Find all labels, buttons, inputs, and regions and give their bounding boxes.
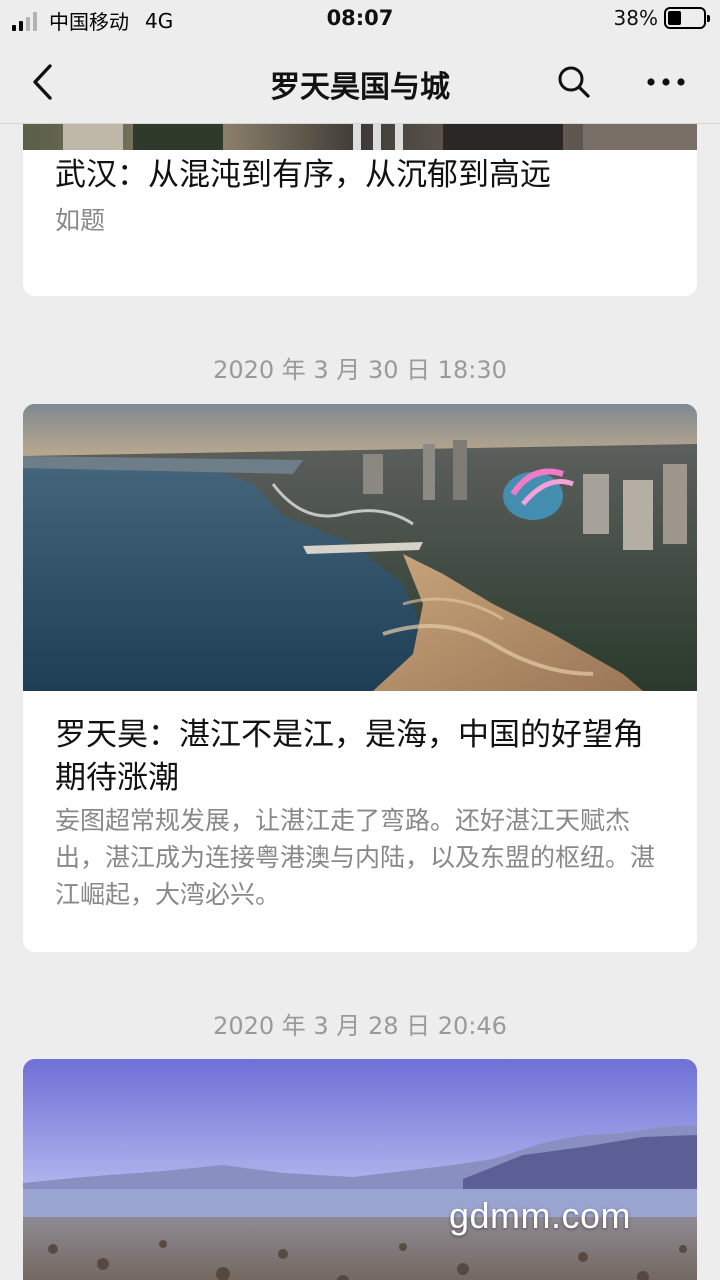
search-icon [558,66,590,98]
article-list[interactable]: 武汉：从混沌到有序，从沉郁到高远 如题 2020 年 3 月 30 日 18:3… [0,124,720,1280]
status-bar-right: 38% [613,6,710,30]
more-dots-icon [647,78,685,86]
battery-percent: 38% [613,6,658,30]
status-bar: 中国移动 4G 08:07 38% [0,0,720,40]
watermark-text: gdmm.com [449,1195,632,1236]
chevron-left-icon [33,64,52,100]
status-time: 08:07 [326,6,394,30]
article-title: 武汉：从混沌到有序，从沉郁到高远 [55,157,551,193]
article-card-zhanjiang[interactable]: 罗天昊：湛江不是江，是海，中国的好望角期待涨潮 妄图超常规发展，让湛江走了弯路。… [23,404,697,952]
page-title: 罗天昊国与城 [270,70,450,105]
article-card-wuhan[interactable]: 武汉：从混沌到有序，从沉郁到高远 如题 [23,124,697,296]
publish-time: 2020 年 3 月 30 日 18:30 [213,356,507,384]
article-cover-image [23,404,697,691]
battery-icon [664,7,710,29]
nav-bar: 罗天昊国与城 [0,40,720,124]
article-cover-image [23,124,697,150]
search-button[interactable] [550,60,598,104]
battery-fill [668,11,681,25]
article-cover-image [23,1059,697,1280]
article-description: 妄图超常规发展，让湛江走了弯路。还好湛江天赋杰出，湛江成为连接粤港澳与内陆，以及… [55,806,656,909]
publish-time: 2020 年 3 月 28 日 20:46 [213,1012,507,1040]
article-description: 如题 [55,206,106,235]
back-button[interactable] [20,60,64,104]
article-card-desert[interactable]: gdmm.com [23,1059,697,1280]
more-button[interactable] [640,60,692,104]
article-title: 罗天昊：湛江不是江，是海，中国的好望角期待涨潮 [55,717,644,796]
